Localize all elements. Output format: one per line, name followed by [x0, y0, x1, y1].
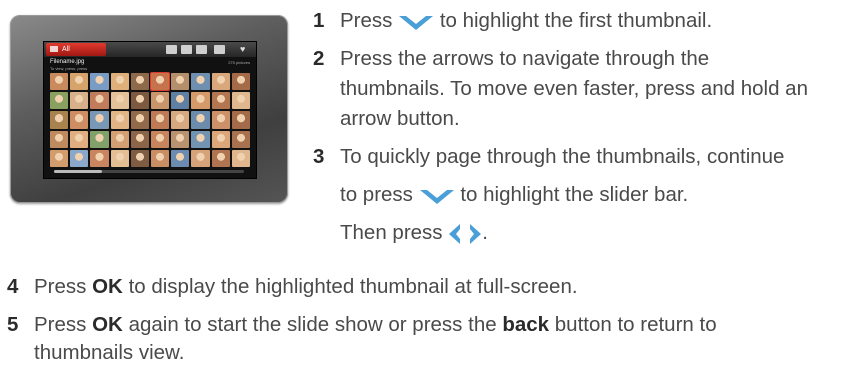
thumbnail — [231, 111, 250, 129]
step-text: to press — [340, 183, 413, 206]
photo-icon — [166, 45, 177, 54]
thumbnail — [231, 149, 250, 167]
step-text: to highlight the first thumbnail. — [439, 9, 713, 32]
thumbnail — [231, 92, 250, 110]
thumbnail — [151, 92, 170, 110]
thumbnail — [70, 73, 89, 91]
thumbnail — [231, 130, 250, 148]
thumbnail — [110, 111, 129, 129]
step-text: button to return to — [554, 313, 717, 336]
thumbnail — [171, 73, 190, 91]
screen-photo-count: 275 pictures — [228, 60, 250, 65]
thumbnail — [130, 73, 149, 91]
thumbnail-grid — [50, 73, 250, 167]
thumbnail — [151, 111, 170, 129]
thumbnail — [151, 73, 170, 91]
screen-filename: Filename.jpg — [50, 59, 85, 65]
screen-top-bar: All ♥ — [44, 42, 256, 57]
ok-keyword: OK — [92, 275, 123, 298]
frame-screen: All ♥ Filename.jpg To view, press, press… — [43, 41, 257, 179]
thumbnail — [191, 92, 210, 110]
step-text: . — [482, 221, 488, 244]
step-number: 5 — [7, 313, 19, 336]
step-text: Press — [34, 313, 87, 336]
thumbnail — [110, 149, 129, 167]
step-3-line-2: to press to highlight the slider bar. — [340, 180, 688, 210]
thumbnail — [231, 73, 250, 91]
step-number: 1 — [313, 9, 325, 32]
step-text: again to start the slide show or press t… — [128, 313, 497, 336]
screen-tab-label: All — [62, 46, 70, 53]
thumbnail — [171, 149, 190, 167]
chevron-down-icon — [419, 189, 454, 204]
step-text: arrow button. — [340, 107, 460, 130]
thumbnail — [130, 130, 149, 148]
step-text: To quickly page through the thumbnails, … — [340, 145, 785, 168]
step-text: Press — [340, 9, 393, 32]
step-text: to highlight the slider bar. — [460, 183, 689, 206]
slider-bar — [54, 170, 244, 173]
step-text: Press — [34, 275, 87, 298]
step-number: 2 — [313, 47, 325, 70]
chevron-down-icon — [399, 15, 434, 30]
step-text: Then press — [340, 221, 443, 244]
thumbnail — [130, 92, 149, 110]
thumbnail — [191, 73, 210, 91]
people-icon — [196, 45, 207, 54]
folder-icon — [50, 46, 58, 53]
digital-frame-illustration: All ♥ Filename.jpg To view, press, press… — [10, 15, 288, 203]
thumbnail — [90, 73, 109, 91]
calendar-icon — [214, 45, 225, 54]
thumbnail — [151, 130, 170, 148]
screen-file-info: To view, press, press — [50, 66, 88, 71]
thumbnail — [130, 149, 149, 167]
ok-keyword: OK — [92, 313, 123, 336]
thumbnail — [211, 92, 230, 110]
step-text: Press the arrows to navigate through the — [340, 47, 710, 70]
step-text: thumbnails view. — [34, 341, 185, 364]
thumbnail — [50, 149, 69, 167]
heart-icon: ♥ — [240, 44, 246, 54]
step-5-line-1: Press OK again to start the slide show o… — [34, 310, 717, 340]
folder-icon — [181, 45, 192, 54]
slider-thumb — [54, 170, 102, 173]
thumbnail — [110, 73, 129, 91]
step-number: 3 — [313, 145, 325, 168]
thumbnail — [50, 111, 69, 129]
thumbnail — [110, 130, 129, 148]
thumbnail — [130, 111, 149, 129]
thumbnail — [211, 149, 230, 167]
thumbnail — [50, 130, 69, 148]
thumbnail — [171, 92, 190, 110]
thumbnail — [50, 92, 69, 110]
thumbnail — [90, 111, 109, 129]
thumbnail — [151, 149, 170, 167]
step-3-line-3: Then press . — [340, 218, 488, 248]
screen-tab-all: All — [46, 43, 106, 56]
thumbnail — [191, 130, 210, 148]
thumbnail — [50, 73, 69, 91]
left-right-arrows-icon — [449, 223, 482, 244]
thumbnail — [191, 149, 210, 167]
thumbnail — [70, 149, 89, 167]
thumbnail — [211, 111, 230, 129]
thumbnail — [70, 92, 89, 110]
thumbnail — [171, 111, 190, 129]
step-1-text: Press to highlight the first thumbnail. — [340, 6, 712, 36]
step-text: to display the highlighted thumbnail at … — [128, 275, 578, 298]
thumbnail — [211, 73, 230, 91]
thumbnail — [90, 92, 109, 110]
thumbnail — [110, 92, 129, 110]
step-number: 4 — [7, 275, 19, 298]
thumbnail — [191, 111, 210, 129]
thumbnail — [90, 130, 109, 148]
thumbnail — [211, 130, 230, 148]
back-keyword: back — [502, 313, 550, 336]
thumbnail — [171, 130, 190, 148]
step-text: thumbnails. To move even faster, press a… — [340, 77, 808, 100]
step-4-text: Press OK to display the highlighted thum… — [34, 272, 578, 302]
thumbnail — [70, 130, 89, 148]
thumbnail — [90, 149, 109, 167]
thumbnail — [70, 111, 89, 129]
